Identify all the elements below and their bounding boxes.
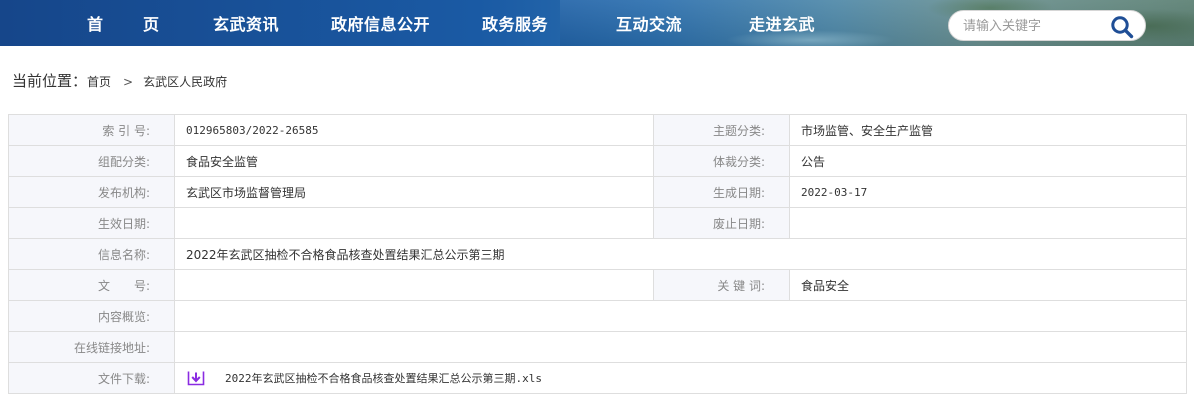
search-box (948, 10, 1146, 41)
breadcrumb: 当前位置：首页 > 玄武区人民政府 (12, 70, 227, 90)
document-info-table: 索 引 号: 012965803/2022-26585 主题分类: 市场监管、安… (8, 114, 1187, 394)
download-icon[interactable] (187, 370, 205, 386)
effective-date-label: 生效日期: (8, 207, 175, 239)
effective-date-value (174, 207, 654, 239)
table-row: 信息名称: 2022年玄武区抽检不合格食品核查处置结果汇总公示第三期 (8, 238, 1187, 270)
file-download-label: 文件下载: (8, 362, 175, 394)
content-summary-value (174, 300, 1187, 332)
nav-item-xuanwu-news[interactable]: 玄武资讯 (213, 0, 279, 46)
info-title-value: 2022年玄武区抽检不合格食品核查处置结果汇总公示第三期 (174, 238, 1187, 270)
file-download-cell: 2022年玄武区抽检不合格食品核查处置结果汇总公示第三期.xls (174, 362, 1187, 394)
table-row: 索 引 号: 012965803/2022-26585 主题分类: 市场监管、安… (8, 114, 1187, 146)
index-number-value: 012965803/2022-26585 (174, 114, 654, 146)
download-file-link[interactable]: 2022年玄武区抽检不合格食品核查处置结果汇总公示第三期.xls (225, 372, 542, 385)
abolished-date-value (789, 207, 1187, 239)
nav-item-gov-services[interactable]: 政务服务 (482, 0, 548, 46)
nav-item-interaction[interactable]: 互动交流 (616, 0, 682, 46)
keywords-label: 关 键 词: (653, 269, 790, 301)
created-date-value: 2022-03-17 (789, 176, 1187, 208)
search-icon[interactable] (1109, 14, 1135, 40)
genre-category-value: 公告 (789, 145, 1187, 177)
top-navigation-bar: 首 页 玄武资讯 政府信息公开 政务服务 互动交流 走进玄武 (0, 0, 1194, 46)
breadcrumb-label: 当前位置： (12, 72, 88, 90)
info-title-label: 信息名称: (8, 238, 175, 270)
genre-category-label: 体裁分类: (653, 145, 790, 177)
content-summary-label: 内容概览: (8, 300, 175, 332)
table-row: 文件下载: 2022年玄武区抽检不合格食品核查处置结果汇总公示第三期.xls (8, 362, 1187, 394)
table-row: 文 号: 关 键 词: 食品安全 (8, 269, 1187, 301)
table-row: 发布机构: 玄武区市场监督管理局 生成日期: 2022-03-17 (8, 176, 1187, 208)
nav-item-home[interactable]: 首 页 (87, 0, 171, 46)
search-input[interactable] (963, 17, 1103, 35)
keywords-value: 食品安全 (789, 269, 1187, 301)
assembly-category-value: 食品安全监管 (174, 145, 654, 177)
table-row: 内容概览: (8, 300, 1187, 332)
online-link-label: 在线链接地址: (8, 331, 175, 363)
topic-category-label: 主题分类: (653, 114, 790, 146)
online-link-value (174, 331, 1187, 363)
table-row: 在线链接地址: (8, 331, 1187, 363)
assembly-category-label: 组配分类: (8, 145, 175, 177)
nav-item-gov-info-disclosure[interactable]: 政府信息公开 (331, 0, 430, 46)
breadcrumb-current-link[interactable]: 玄武区人民政府 (143, 75, 227, 89)
abolished-date-label: 废止日期: (653, 207, 790, 239)
nav-item-about-xuanwu[interactable]: 走进玄武 (749, 0, 815, 46)
document-number-value (174, 269, 654, 301)
publisher-label: 发布机构: (8, 176, 175, 208)
publisher-value: 玄武区市场监督管理局 (174, 176, 654, 208)
index-number-label: 索 引 号: (8, 114, 175, 146)
table-row: 组配分类: 食品安全监管 体裁分类: 公告 (8, 145, 1187, 177)
table-row: 生效日期: 废止日期: (8, 207, 1187, 239)
breadcrumb-separator: > (123, 75, 134, 89)
topic-category-value: 市场监管、安全生产监管 (789, 114, 1187, 146)
document-number-label: 文 号: (8, 269, 175, 301)
created-date-label: 生成日期: (653, 176, 790, 208)
breadcrumb-home-link[interactable]: 首页 (87, 75, 111, 89)
